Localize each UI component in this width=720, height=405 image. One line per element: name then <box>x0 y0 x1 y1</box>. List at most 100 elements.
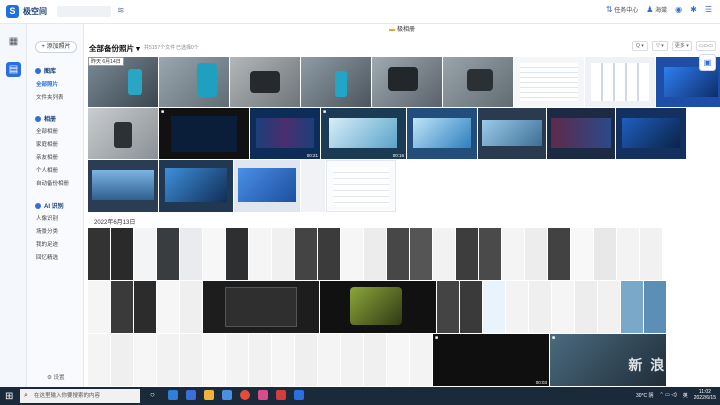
photo-thumbnail[interactable] <box>443 57 513 107</box>
photo-thumbnail[interactable] <box>180 281 202 333</box>
app-icon[interactable] <box>222 390 232 400</box>
photo-thumbnail[interactable] <box>157 228 179 280</box>
photo-thumbnail[interactable] <box>88 228 110 280</box>
sidebar-item-footprints[interactable]: 我的足迹 <box>36 240 58 248</box>
weather[interactable]: 30°C 阴 <box>636 392 654 399</box>
photo-thumbnail[interactable] <box>433 228 455 280</box>
input-language[interactable]: 英 <box>683 392 688 399</box>
video-thumbnail[interactable]: 00:21 <box>250 108 320 159</box>
sidebar-item-friend-albums[interactable]: 亲友相册 <box>36 153 58 161</box>
photo-thumbnail[interactable] <box>272 334 294 386</box>
photo-thumbnail[interactable] <box>341 334 363 386</box>
photo-thumbnail[interactable] <box>640 228 662 280</box>
photo-thumbnail[interactable] <box>180 334 202 386</box>
filter-button[interactable]: ▽ ▾ <box>651 41 668 51</box>
photo-thumbnail[interactable] <box>575 281 597 333</box>
settings-button[interactable]: ⚙ 设置 <box>47 373 64 381</box>
photo-thumbnail[interactable] <box>571 228 593 280</box>
photo-thumbnail[interactable] <box>479 228 501 280</box>
task-view-icon[interactable]: ○ <box>150 390 160 400</box>
photo-thumbnail[interactable] <box>88 108 158 159</box>
photo-thumbnail[interactable] <box>134 334 156 386</box>
photo-thumbnail[interactable] <box>525 228 547 280</box>
zspace-app-icon[interactable] <box>294 390 304 400</box>
photo-thumbnail[interactable] <box>514 57 584 107</box>
taskbar-search[interactable]: ⌕ 在这里输入你要搜索的内容 <box>20 389 140 403</box>
sidebar-item-faces[interactable]: 人像识别 <box>36 214 58 222</box>
photo-thumbnail[interactable] <box>410 334 432 386</box>
photo-thumbnail[interactable] <box>478 108 546 159</box>
photo-thumbnail[interactable] <box>111 334 133 386</box>
photo-thumbnail[interactable] <box>460 281 482 333</box>
photo-thumbnail[interactable] <box>295 228 317 280</box>
photo-thumbnail[interactable] <box>598 281 620 333</box>
album-dropdown[interactable]: 全部备份照片 ▾ <box>89 43 140 54</box>
chrome-icon[interactable] <box>240 390 250 400</box>
photo-thumbnail[interactable] <box>88 334 110 386</box>
photo-thumbnail[interactable] <box>341 228 363 280</box>
photo-thumbnail[interactable] <box>437 281 459 333</box>
photos-app-icon[interactable]: ▤ <box>6 62 21 77</box>
photo-thumbnail[interactable] <box>111 228 133 280</box>
folder-icon[interactable] <box>204 390 214 400</box>
sidebar-item-folders[interactable]: 文件夹列表 <box>36 93 64 101</box>
photo-thumbnail[interactable] <box>203 334 225 386</box>
menu-icon[interactable]: ☰ <box>705 5 712 14</box>
photo-thumbnail[interactable] <box>249 228 271 280</box>
app-icon[interactable] <box>186 390 196 400</box>
dialog-screenshot[interactable] <box>203 281 319 333</box>
photo-thumbnail[interactable] <box>483 281 505 333</box>
sidebar-item-all-photos[interactable]: 全部照片 <box>36 80 58 88</box>
photo-thumbnail[interactable] <box>364 334 386 386</box>
windows-start-icon[interactable]: ⊞ <box>5 391 13 402</box>
sidebar-item-auto-backup[interactable]: 自动备份相册 <box>36 179 69 187</box>
photo-thumbnail[interactable] <box>548 228 570 280</box>
task-center-button[interactable]: ⇅ 任务中心 <box>606 5 638 14</box>
photo-thumbnail[interactable] <box>301 57 371 107</box>
photo-thumbnail[interactable] <box>134 281 156 333</box>
sidebar-item-memories[interactable]: 回忆精选 <box>36 253 58 261</box>
sidebar-item-all-albums[interactable]: 全部相册 <box>36 127 58 135</box>
photo-thumbnail[interactable] <box>226 334 248 386</box>
user-button[interactable]: ♟ 海棠 <box>646 5 667 14</box>
photo-thumbnail[interactable] <box>88 281 110 333</box>
search-filter-button[interactable]: Q ▾ <box>631 41 648 51</box>
photo-thumbnail[interactable] <box>529 281 551 333</box>
photo-thumbnail[interactable] <box>249 334 271 386</box>
photo-thumbnail[interactable] <box>552 281 574 333</box>
photo-thumbnail[interactable] <box>387 334 409 386</box>
sidebar-item-scenes[interactable]: 场景分类 <box>36 227 58 235</box>
photo-thumbnail[interactable] <box>616 108 686 159</box>
photo-thumbnail[interactable] <box>585 57 655 107</box>
calendar-icon[interactable]: ▣ <box>699 54 716 71</box>
view-mode-button[interactable]: ▭▭▭ <box>695 41 716 51</box>
app-icon[interactable] <box>258 390 268 400</box>
photo-thumbnail[interactable] <box>318 334 340 386</box>
photo-thumbnail[interactable] <box>621 281 643 333</box>
video-thumbnail[interactable]: ■ 00:03 <box>433 334 549 386</box>
user-icon[interactable]: ◉ <box>675 5 682 14</box>
sidebar-item-family-albums[interactable]: 家庭相册 <box>36 140 58 148</box>
photo-thumbnail[interactable] <box>456 228 478 280</box>
photo-thumbnail[interactable] <box>272 228 294 280</box>
photo-thumbnail[interactable] <box>234 160 300 212</box>
video-thumbnail[interactable]: ■ 00:16 <box>321 108 406 159</box>
photo-thumbnail[interactable] <box>159 160 233 212</box>
photo-thumbnail[interactable] <box>203 228 225 280</box>
sidebar-item-personal-albums[interactable]: 个人相册 <box>36 166 58 174</box>
photo-thumbnail[interactable] <box>387 228 409 280</box>
edge-icon[interactable] <box>168 390 178 400</box>
photo-thumbnail[interactable] <box>318 228 340 280</box>
photo-thumbnail[interactable] <box>644 281 666 333</box>
photo-thumbnail[interactable] <box>295 334 317 386</box>
photo-thumbnail[interactable] <box>594 228 616 280</box>
photo-thumbnail[interactable] <box>407 108 477 159</box>
video-thumbnail[interactable]: ■ <box>159 108 249 159</box>
photo-thumbnail[interactable] <box>372 57 442 107</box>
photo-thumbnail[interactable] <box>410 228 432 280</box>
photo-thumbnail[interactable] <box>506 281 528 333</box>
photo-thumbnail[interactable] <box>134 228 156 280</box>
photo-thumbnail[interactable] <box>180 228 202 280</box>
photo-thumbnail[interactable] <box>617 228 639 280</box>
tray-icons[interactable]: ⌃ ▭ ◁) <box>660 392 677 398</box>
